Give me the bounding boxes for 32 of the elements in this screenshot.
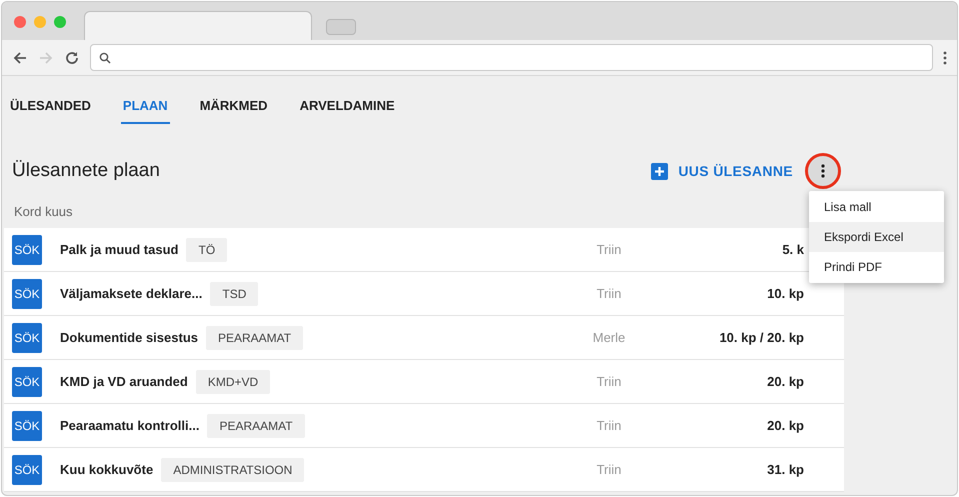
task-due: 31. kp [766,460,804,479]
task-assignee: Triin [596,460,622,479]
task-name: Pearaamatu kontrolli... [60,416,200,435]
task-name: Väljamaksete deklare... [60,284,202,303]
task-due: 20. kp [766,372,804,391]
task-name: KMD ja VD aruanded [60,372,188,391]
task-due: 10. kp [766,284,804,303]
task-badge: SÖK [12,278,42,308]
task-due: 20. kp [766,416,804,435]
task-name: Palk ja muud tasud [60,240,178,259]
task-assignee: Triin [596,284,622,303]
task-badge: SÖK [12,410,42,440]
task-assignee: Merle [592,328,626,347]
task-assignee: Triin [596,240,622,259]
page-title: Ülesannete plaan [12,158,161,183]
task-badge: SÖK [12,322,42,352]
task-name: Dokumentide sisestus [60,328,198,347]
task-tag: PEARAAMAT [206,326,304,350]
group-label: Kord kuus [13,203,73,222]
task-tag: TÖ [186,238,228,262]
task-assignee: Triin [596,416,622,435]
task-tag: ADMINISTRATSIOON [161,458,304,482]
task-due: 5. k [781,240,804,259]
task-badge: SÖK [12,366,42,396]
task-badge: SÖK [12,234,42,264]
task-due: 10. kp / 20. kp [718,328,804,347]
task-tag: PEARAAMAT [207,414,305,438]
task-badge: SÖK [12,454,42,484]
task-name: Kuu kokkuvõte [60,460,154,479]
task-tag: TSD [210,282,258,306]
task-tag: KMD+VD [196,370,270,394]
task-assignee: Triin [596,372,622,391]
